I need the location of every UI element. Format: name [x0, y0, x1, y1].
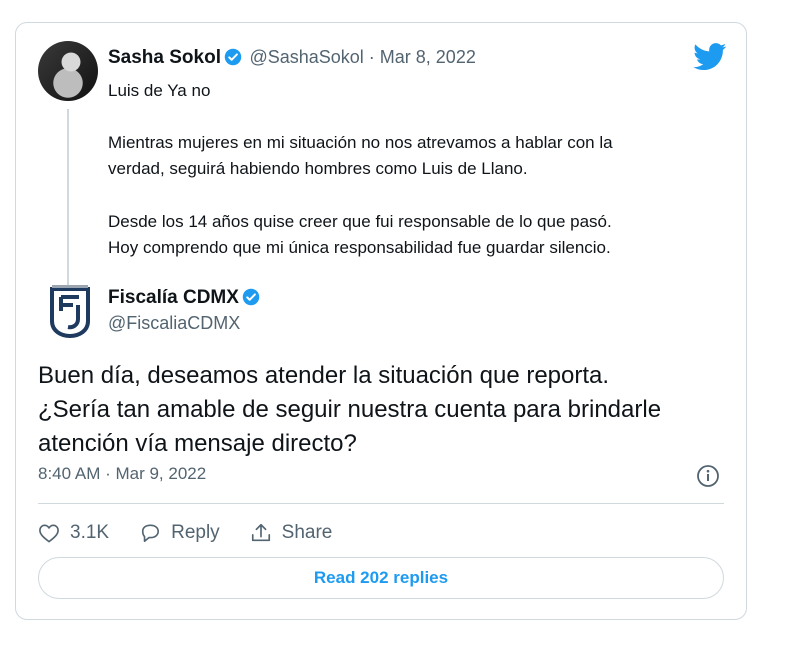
- reply-bubble-icon: [142, 524, 160, 542]
- like-count: 3.1K: [70, 522, 110, 543]
- action-bar: 3.1K Reply Share: [38, 517, 362, 549]
- quoted-para1-line1: Mientras mujeres en mi situación no nos …: [108, 133, 613, 152]
- read-replies-button[interactable]: Read 202 replies: [38, 557, 724, 599]
- quoted-author-name[interactable]: Sasha Sokol: [108, 47, 221, 68]
- reply-button[interactable]: Reply: [139, 522, 220, 544]
- share-icon: [251, 523, 270, 542]
- info-icon[interactable]: [696, 464, 720, 488]
- like-button[interactable]: 3.1K: [38, 522, 109, 544]
- quoted-header: Sasha Sokol @SashaSokol · Mar 8, 2022: [108, 47, 476, 69]
- tweet-timestamp[interactable]: 8:40 AM · Mar 9, 2022: [38, 464, 206, 484]
- reply-label: Reply: [171, 522, 220, 543]
- quoted-handle-date[interactable]: @SashaSokol · Mar 8, 2022: [249, 47, 475, 67]
- divider: [38, 503, 724, 504]
- tweet-text: Buen día, deseamos atender la situación …: [38, 359, 738, 461]
- tweet-text-line-2: ¿Sería tan amable de seguir nuestra cuen…: [38, 396, 662, 423]
- verified-badge-icon: [224, 48, 242, 66]
- heart-icon: [39, 524, 59, 543]
- author-handle[interactable]: @FiscaliaCDMX: [108, 313, 240, 334]
- author-header: Fiscalía CDMX: [108, 287, 260, 309]
- quoted-para2-line2: Hoy comprendo que mi única responsabilid…: [108, 238, 611, 257]
- quoted-para2-line1: Desde los 14 años quise creer que fui re…: [108, 212, 612, 231]
- verified-badge-icon: [242, 288, 260, 306]
- sasha-sokol-avatar[interactable]: [38, 41, 98, 101]
- tweet-text-line-3: atención vía mensaje directo?: [38, 430, 357, 457]
- fiscalia-logo-avatar[interactable]: [48, 285, 92, 339]
- tweet-text-line-1: Buen día, deseamos atender la situación …: [38, 362, 610, 389]
- thread-line: [67, 109, 69, 289]
- share-button[interactable]: Share: [250, 522, 333, 544]
- twitter-bird-icon[interactable]: [693, 43, 727, 71]
- share-label: Share: [281, 522, 333, 543]
- quoted-line-1: Luis de Ya no: [108, 81, 211, 100]
- author-name[interactable]: Fiscalía CDMX: [108, 287, 239, 308]
- tweet-card: Sasha Sokol @SashaSokol · Mar 8, 2022 Lu…: [15, 22, 747, 620]
- quoted-para1-line2: verdad, seguirá habiendo hombres como Lu…: [108, 159, 528, 178]
- read-replies-label: Read 202 replies: [313, 568, 449, 587]
